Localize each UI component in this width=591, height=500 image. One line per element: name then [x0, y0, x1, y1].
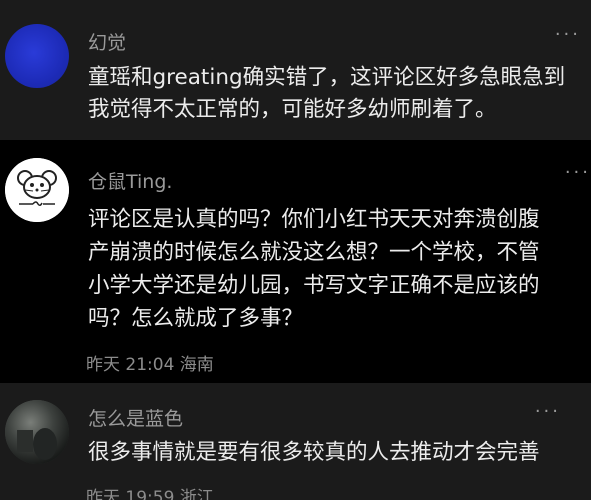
- comment-meta: 昨天 21:04 海南: [86, 355, 214, 375]
- comment-username[interactable]: 幻觉: [88, 28, 126, 55]
- comment-meta: 昨天 19:59 浙江: [86, 488, 214, 500]
- comment-text: 很多事情就是要有很多较真的人去推动才会完善: [88, 437, 588, 469]
- comment-username[interactable]: 仓鼠Ting.: [88, 167, 172, 194]
- more-options-icon[interactable]: ···: [565, 162, 591, 183]
- comment-item[interactable]: 仓鼠Ting. ··· 评论区是认真的吗？你们小红书天天对奔溃创腹 产崩溃的时候…: [0, 140, 591, 383]
- avatar[interactable]: [5, 400, 69, 464]
- comment-username[interactable]: 怎么是蓝色: [88, 404, 183, 431]
- more-options-icon[interactable]: ···: [555, 24, 581, 45]
- photo-avatar-icon: [5, 400, 69, 464]
- comment-text-line: 很多事情就是要有很多较真的人去推动才会完善: [88, 440, 540, 465]
- comment-text-line: 评论区是认真的吗？你们小红书天天对奔溃创腹: [88, 207, 540, 232]
- avatar[interactable]: [5, 158, 69, 222]
- comment-item[interactable]: 幻觉 ··· 童瑶和greating确实错了，这评论区好多急眼急到 我觉得不太正…: [0, 0, 591, 140]
- comment-text-line: 童瑶和greating确实错了，这评论区好多急眼急到: [88, 65, 566, 90]
- comment-text: 评论区是认真的吗？你们小红书天天对奔溃创腹 产崩溃的时候怎么就没这么想？一个学校…: [88, 203, 588, 335]
- mouse-cartoon-icon: [5, 158, 69, 222]
- comment-text-line: 产崩溃的时候怎么就没这么想？一个学校，不管: [88, 240, 540, 265]
- comment-text-line: 吗？怎么就成了多事？: [88, 306, 304, 331]
- comment-text: 童瑶和greating确实错了，这评论区好多急眼急到 我觉得不太正常的，可能好多…: [88, 62, 588, 126]
- more-options-icon[interactable]: ···: [535, 401, 561, 422]
- comment-item[interactable]: 怎么是蓝色 ··· 很多事情就是要有很多较真的人去推动才会完善 昨天 19:59…: [0, 383, 591, 500]
- comment-text-line: 我觉得不太正常的，可能好多幼师刷着了。: [88, 97, 497, 122]
- avatar[interactable]: [5, 24, 69, 88]
- comment-text-line: 小学大学还是幼儿园，书写文字正确不是应该的: [88, 273, 540, 298]
